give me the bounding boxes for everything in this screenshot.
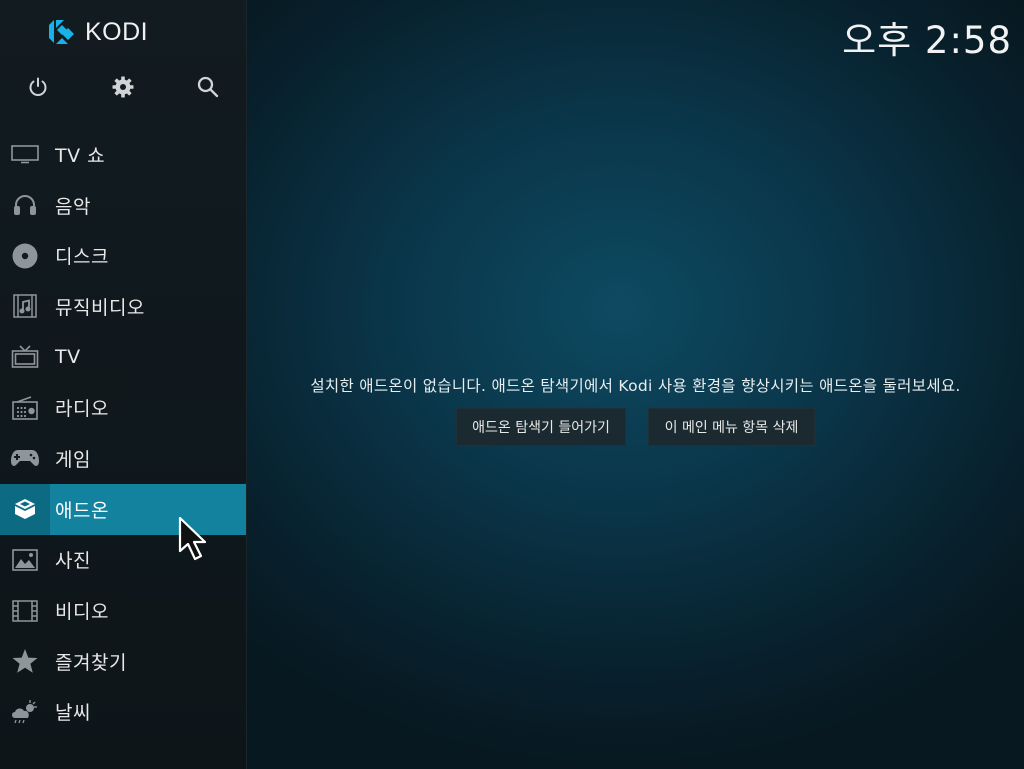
logo-text: KODI bbox=[85, 17, 149, 46]
menu-item-music-videos[interactable]: 뮤직비디오 bbox=[0, 281, 246, 332]
tv-icon bbox=[0, 129, 50, 180]
menu-label: 날씨 bbox=[55, 702, 91, 725]
menu-label: TV bbox=[55, 346, 81, 369]
kodi-logo-icon bbox=[49, 20, 74, 44]
menu-label: 디스크 bbox=[55, 246, 109, 269]
music-video-icon bbox=[0, 281, 50, 332]
mouse-cursor-icon bbox=[178, 516, 207, 561]
menu-item-disc[interactable]: 디스크 bbox=[0, 230, 246, 281]
picture-icon bbox=[0, 535, 50, 586]
remove-menu-item-button[interactable]: 이 메인 메뉴 항목 삭제 bbox=[648, 408, 815, 446]
weather-icon bbox=[0, 687, 50, 738]
addon-box-icon bbox=[0, 483, 50, 535]
menu-label: TV 쇼 bbox=[55, 144, 106, 167]
menu-item-music[interactable]: 음악 bbox=[0, 180, 246, 231]
live-tv-icon bbox=[0, 332, 50, 383]
settings-icon[interactable] bbox=[108, 72, 138, 102]
menu-item-tv-shows[interactable]: TV 쇼 bbox=[0, 129, 246, 180]
sidebar: KODI TV 쇼 음악 디스크 뮤직비디오 TV 라디오 게임 애드온 사진 … bbox=[0, 0, 247, 769]
disc-icon bbox=[0, 230, 50, 281]
kodi-logo: KODI bbox=[46, 15, 148, 49]
clock: 오후 2:58 bbox=[842, 19, 1012, 62]
gamepad-icon bbox=[0, 433, 50, 484]
menu-item-radio[interactable]: 라디오 bbox=[0, 382, 246, 433]
main-content: 오후 2:58 설치한 애드온이 없습니다. 애드온 탐색기에서 Kodi 사용… bbox=[247, 0, 1024, 769]
menu-label: 애드온 bbox=[55, 499, 109, 522]
menu-item-games[interactable]: 게임 bbox=[0, 433, 246, 484]
headphones-icon bbox=[0, 180, 50, 231]
menu-label: 라디오 bbox=[55, 398, 109, 421]
menu-label: 비디오 bbox=[55, 601, 109, 624]
power-icon[interactable] bbox=[23, 72, 53, 102]
menu-item-tv[interactable]: TV bbox=[0, 332, 246, 383]
menu-label: 사진 bbox=[55, 550, 91, 573]
menu-item-weather[interactable]: 날씨 bbox=[0, 687, 246, 738]
radio-icon bbox=[0, 382, 50, 433]
menu-label: 즐겨찾기 bbox=[55, 651, 127, 674]
menu-label: 음악 bbox=[55, 195, 91, 218]
menu-item-videos[interactable]: 비디오 bbox=[0, 585, 246, 636]
search-icon[interactable] bbox=[193, 72, 223, 102]
addon-browser-button[interactable]: 애드온 탐색기 들어가기 bbox=[456, 408, 626, 446]
menu-label: 뮤직비디오 bbox=[55, 296, 145, 319]
menu-item-favourites[interactable]: 즐겨찾기 bbox=[0, 636, 246, 687]
menu-label: 게임 bbox=[55, 448, 91, 471]
main-menu: TV 쇼 음악 디스크 뮤직비디오 TV 라디오 게임 애드온 사진 비디오 즐… bbox=[0, 129, 246, 737]
empty-addons-message: 설치한 애드온이 없습니다. 애드온 탐색기에서 Kodi 사용 환경을 향상시… bbox=[310, 377, 961, 395]
film-icon bbox=[0, 585, 50, 636]
star-icon bbox=[0, 636, 50, 687]
